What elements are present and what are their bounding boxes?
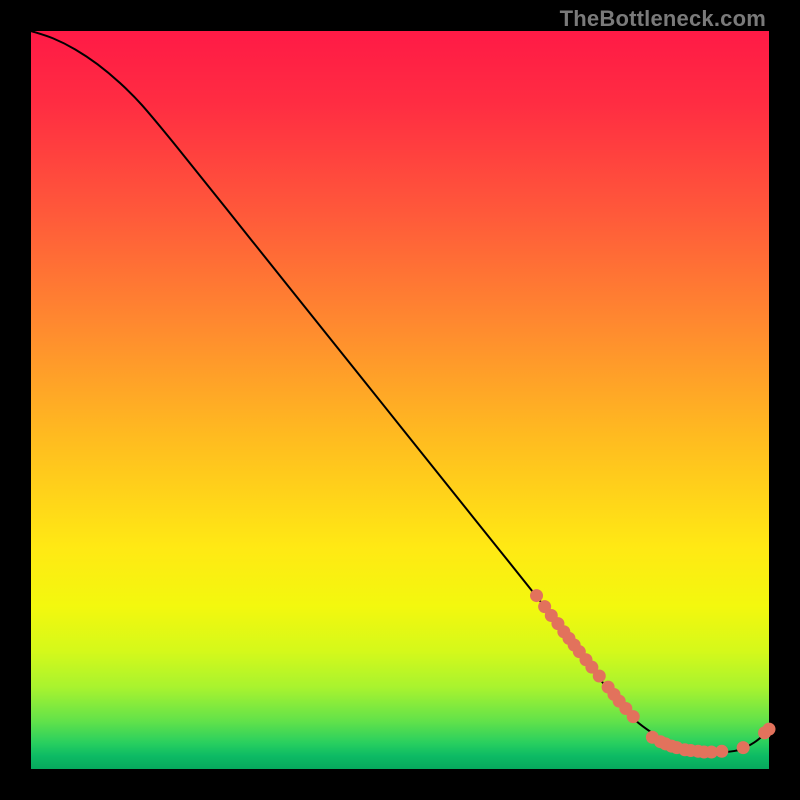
data-point xyxy=(593,670,606,683)
data-point xyxy=(627,710,640,723)
chart-stage: TheBottleneck.com xyxy=(0,0,800,800)
data-point xyxy=(530,589,543,602)
curve-line xyxy=(31,31,769,752)
plot-area xyxy=(31,31,769,769)
data-point xyxy=(715,745,728,758)
chart-overlay-svg xyxy=(31,31,769,769)
data-point xyxy=(737,741,750,754)
data-points-group xyxy=(530,589,775,758)
watermark-text: TheBottleneck.com xyxy=(560,6,766,32)
data-point xyxy=(763,723,776,736)
